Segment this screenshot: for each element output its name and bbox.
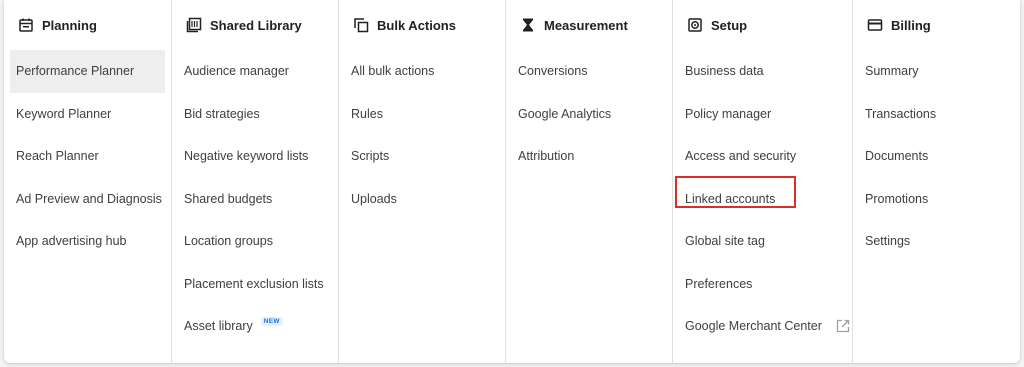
menu-item-bid-strategies[interactable]: Bid strategies <box>172 93 338 136</box>
menu-item-transactions[interactable]: Transactions <box>853 93 1020 136</box>
column-title: Setup <box>711 17 748 33</box>
menu-item-label: Summary <box>865 64 919 79</box>
menu-item-label: All bulk actions <box>351 64 435 79</box>
menu-item-label: Shared budgets <box>184 191 273 206</box>
column-title: Bulk Actions <box>377 17 456 33</box>
menu-item-shared-budgets[interactable]: Shared budgets <box>172 178 338 221</box>
settings-icon <box>687 17 703 33</box>
menu-item-access-and-security[interactable]: Access and security <box>673 135 852 178</box>
menu-item-label: App advertising hub <box>16 234 127 249</box>
menu-item-label: Asset library <box>184 319 253 334</box>
menu-item-label: Linked accounts <box>685 191 776 206</box>
menu-item-scripts[interactable]: Scripts <box>339 135 505 178</box>
hourglass-icon <box>520 17 536 33</box>
menu-item-global-site-tag[interactable]: Global site tag <box>673 220 852 263</box>
menu-item-location-groups[interactable]: Location groups <box>172 220 338 263</box>
menu-item-label: Transactions <box>865 106 937 121</box>
menu-item-google-merchant-center[interactable]: Google Merchant Center <box>673 305 852 348</box>
menu-item-preferences[interactable]: Preferences <box>673 263 852 306</box>
new-badge: NEW <box>260 316 283 326</box>
menu-item-business-data[interactable]: Business data <box>673 50 852 93</box>
menu-item-settings[interactable]: Settings <box>853 220 1020 263</box>
menu-item-asset-library[interactable]: Asset library NEW <box>172 305 338 348</box>
menu-item-label: Documents <box>865 149 929 164</box>
column-setup: Setup Business data Policy manager Acces… <box>672 0 852 363</box>
open-in-new-icon <box>836 319 850 333</box>
menu-item-app-advertising-hub[interactable]: App advertising hub <box>4 220 171 263</box>
calendar-icon <box>18 17 34 33</box>
menu-item-label: Global site tag <box>685 234 765 249</box>
menu-item-keyword-planner[interactable]: Keyword Planner <box>4 93 171 136</box>
menu-item-documents[interactable]: Documents <box>853 135 1020 178</box>
menu-item-label: Ad Preview and Diagnosis <box>16 191 162 206</box>
menu-item-audience-manager[interactable]: Audience manager <box>172 50 338 93</box>
menu-item-label: Audience manager <box>184 64 289 79</box>
menu-item-label: Business data <box>685 64 764 79</box>
column-header-billing: Billing <box>853 0 1020 50</box>
column-header-bulk-actions: Bulk Actions <box>339 0 505 50</box>
column-planning: Planning Performance Planner Keyword Pla… <box>4 0 171 363</box>
menu-item-attribution[interactable]: Attribution <box>506 135 672 178</box>
column-measurement: Measurement Conversions Google Analytics… <box>505 0 672 363</box>
menu-item-google-analytics[interactable]: Google Analytics <box>506 93 672 136</box>
menu-item-label: Placement exclusion lists <box>184 276 324 291</box>
column-title: Planning <box>42 17 97 33</box>
menu-item-label: Google Analytics <box>518 106 612 121</box>
menu-item-summary[interactable]: Summary <box>853 50 1020 93</box>
menu-item-performance-planner[interactable]: Performance Planner <box>10 50 165 93</box>
menu-item-label: Settings <box>865 234 911 249</box>
menu-item-placement-exclusion-lists[interactable]: Placement exclusion lists <box>172 263 338 306</box>
menu-item-label: Preferences <box>685 276 753 291</box>
menu-item-linked-accounts[interactable]: Linked accounts <box>673 178 852 221</box>
menu-item-reach-planner[interactable]: Reach Planner <box>4 135 171 178</box>
menu-item-rules[interactable]: Rules <box>339 93 505 136</box>
menu-item-promotions[interactable]: Promotions <box>853 178 1020 221</box>
menu-item-label: Keyword Planner <box>16 106 112 121</box>
menu-item-label: Policy manager <box>685 106 772 121</box>
column-bulk-actions: Bulk Actions All bulk actions Rules Scri… <box>338 0 505 363</box>
menu-item-label: Rules <box>351 106 383 121</box>
menu-item-label: Reach Planner <box>16 149 99 164</box>
library-icon <box>186 17 202 33</box>
tools-menu-panel: Planning Performance Planner Keyword Pla… <box>4 0 1020 363</box>
menu-item-negative-keyword-lists[interactable]: Negative keyword lists <box>172 135 338 178</box>
menu-item-label: Uploads <box>351 191 397 206</box>
menu-item-label: Scripts <box>351 149 390 164</box>
menu-item-label: Performance Planner <box>16 64 135 79</box>
menu-item-uploads[interactable]: Uploads <box>339 178 505 221</box>
column-title: Measurement <box>544 17 628 33</box>
menu-item-conversions[interactable]: Conversions <box>506 50 672 93</box>
menu-item-label: Access and security <box>685 149 797 164</box>
column-header-setup: Setup <box>673 0 852 50</box>
column-header-shared-library: Shared Library <box>172 0 338 50</box>
menu-item-label: Google Merchant Center <box>685 319 822 334</box>
menu-item-ad-preview-and-diagnosis[interactable]: Ad Preview and Diagnosis <box>4 178 171 221</box>
column-header-measurement: Measurement <box>506 0 672 50</box>
column-header-planning: Planning <box>4 0 171 50</box>
menu-item-label: Negative keyword lists <box>184 149 309 164</box>
column-title: Shared Library <box>210 17 302 33</box>
credit-card-icon <box>867 17 883 33</box>
menu-item-label: Conversions <box>518 64 588 79</box>
copy-icon <box>353 17 369 33</box>
column-billing: Billing Summary Transactions Documents P… <box>852 0 1020 363</box>
menu-item-all-bulk-actions[interactable]: All bulk actions <box>339 50 505 93</box>
menu-item-label: Promotions <box>865 191 929 206</box>
menu-item-label: Attribution <box>518 149 575 164</box>
menu-item-label: Bid strategies <box>184 106 260 121</box>
column-shared-library: Shared Library Audience manager Bid stra… <box>171 0 338 363</box>
menu-item-policy-manager[interactable]: Policy manager <box>673 93 852 136</box>
menu-item-label: Location groups <box>184 234 273 249</box>
column-title: Billing <box>891 17 931 33</box>
